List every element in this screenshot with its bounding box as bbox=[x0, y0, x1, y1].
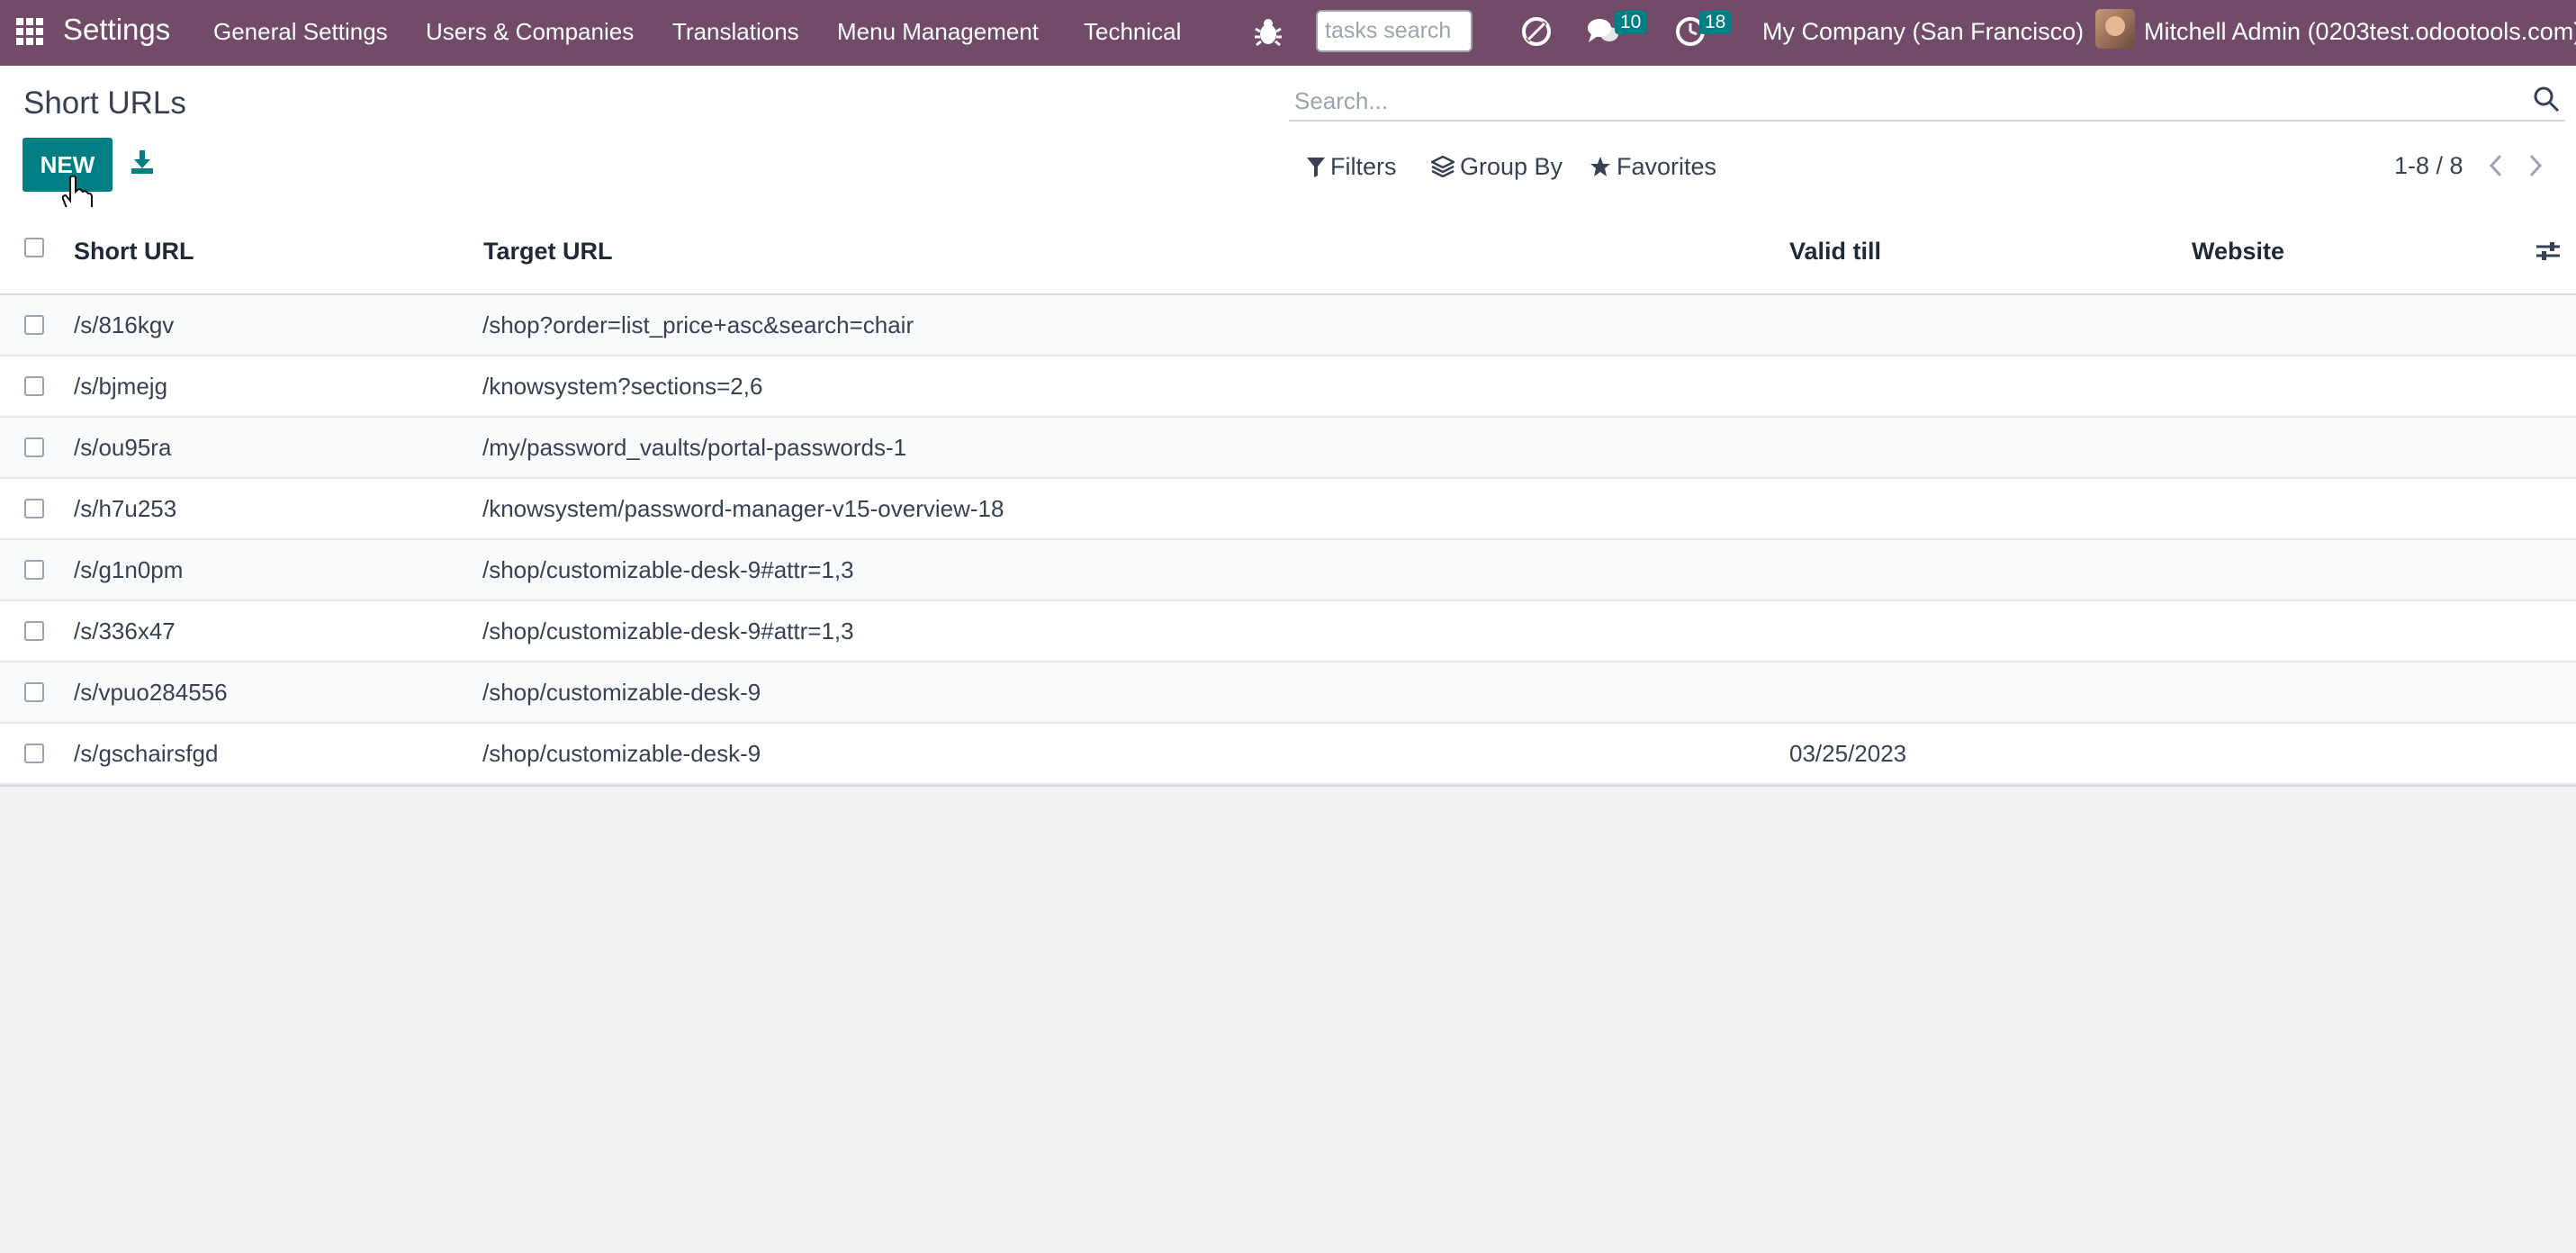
layers-icon bbox=[1429, 155, 1456, 178]
cell-short-url: /s/ou95ra bbox=[74, 434, 172, 461]
voip-phone-icon[interactable] bbox=[1519, 14, 1554, 49]
column-header-valid-till[interactable]: Valid till bbox=[1789, 238, 1881, 266]
column-header-short-url[interactable]: Short URL bbox=[74, 238, 194, 266]
column-header-website[interactable]: Website bbox=[2192, 238, 2284, 266]
control-panel: Short URLs NEW Filters Group By Favorite… bbox=[0, 66, 2576, 217]
optional-columns-icon[interactable] bbox=[2535, 239, 2562, 263]
cell-short-url: /s/gschairsfgd bbox=[74, 740, 219, 767]
pager-next-icon[interactable] bbox=[2526, 152, 2545, 179]
page-title: Short URLs bbox=[23, 86, 186, 121]
download-icon[interactable] bbox=[130, 149, 155, 176]
cell-short-url: /s/bjmejg bbox=[74, 373, 168, 400]
row-checkbox[interactable] bbox=[24, 744, 44, 763]
column-header-target-url[interactable]: Target URL bbox=[483, 238, 613, 266]
menu-translations[interactable]: Translations bbox=[672, 18, 799, 46]
cell-valid-till: 03/25/2023 bbox=[1789, 740, 1907, 767]
pager-value[interactable]: 1-8 / 8 bbox=[2394, 152, 2463, 180]
cell-target-url: /my/password_vaults/portal-passwords-1 bbox=[482, 434, 907, 461]
row-checkbox[interactable] bbox=[24, 560, 44, 580]
cell-target-url: /shop/customizable-desk-9 bbox=[482, 740, 761, 767]
favorites-label: Favorites bbox=[1617, 153, 1717, 180]
search-icon[interactable] bbox=[2533, 86, 2560, 113]
apps-grid-icon[interactable] bbox=[16, 18, 43, 45]
cell-short-url: /s/vpuo284556 bbox=[74, 679, 228, 706]
row-checkbox[interactable] bbox=[24, 376, 44, 396]
cell-short-url: /s/336x47 bbox=[74, 617, 176, 645]
bug-icon[interactable] bbox=[1253, 14, 1283, 49]
row-checkbox[interactable] bbox=[24, 499, 44, 518]
menu-general-settings[interactable]: General Settings bbox=[213, 18, 388, 46]
cell-short-url: /s/816kgv bbox=[74, 311, 175, 338]
cell-target-url: /knowsystem?sections=2,6 bbox=[482, 373, 763, 400]
cell-target-url: /shop?order=list_price+asc&search=chair bbox=[482, 311, 914, 338]
search-input[interactable] bbox=[1293, 84, 2511, 118]
group-by-button[interactable]: Group By bbox=[1429, 153, 1563, 181]
user-menu[interactable]: Mitchell Admin (0203test.odootools.com) bbox=[2144, 18, 2576, 46]
tasks-search-input[interactable] bbox=[1316, 10, 1473, 52]
group-by-label: Group By bbox=[1460, 153, 1563, 180]
activities-count-badge: 18 bbox=[1699, 11, 1732, 34]
filters-label: Filters bbox=[1330, 153, 1397, 180]
cell-target-url: /shop/customizable-desk-9#attr=1,3 bbox=[482, 617, 854, 645]
row-checkbox[interactable] bbox=[24, 315, 44, 335]
filter-funnel-icon bbox=[1307, 158, 1325, 177]
search-bar bbox=[1289, 80, 2565, 122]
table-row[interactable]: /s/gschairsfgd/shop/customizable-desk-9 0… bbox=[0, 724, 2576, 785]
table-row[interactable]: /s/g1n0pm/shop/customizable-desk-9#attr=… bbox=[0, 540, 2576, 601]
menu-technical[interactable]: Technical bbox=[1084, 18, 1181, 46]
select-all-checkbox[interactable] bbox=[24, 238, 44, 257]
list-header: Short URL Target URL Valid till Website bbox=[0, 207, 2576, 295]
favorites-button[interactable]: Favorites bbox=[1590, 153, 1716, 181]
table-row[interactable]: /s/336x47/shop/customizable-desk-9#attr=… bbox=[0, 601, 2576, 663]
company-switcher[interactable]: My Company (San Francisco) bbox=[1762, 18, 2084, 46]
table-row[interactable]: /s/816kgv/shop?order=list_price+asc&sear… bbox=[0, 295, 2576, 356]
cell-target-url: /shop/customizable-desk-9 bbox=[482, 679, 761, 706]
row-checkbox[interactable] bbox=[24, 682, 44, 702]
top-navbar: Settings General Settings Users & Compan… bbox=[0, 0, 2576, 66]
user-avatar[interactable] bbox=[2095, 9, 2135, 49]
filters-button[interactable]: Filters bbox=[1307, 153, 1397, 181]
row-checkbox[interactable] bbox=[24, 621, 44, 641]
star-icon bbox=[1590, 157, 1610, 176]
menu-users-companies[interactable]: Users & Companies bbox=[426, 18, 634, 46]
table-row[interactable]: /s/ou95ra/my/password_vaults/portal-pass… bbox=[0, 418, 2576, 479]
cell-target-url: /knowsystem/password-manager-v15-overvie… bbox=[482, 495, 1004, 522]
row-checkbox[interactable] bbox=[24, 437, 44, 457]
table-row[interactable]: /s/h7u253/knowsystem/password-manager-v1… bbox=[0, 479, 2576, 540]
menu-menu-management[interactable]: Menu Management bbox=[837, 18, 1039, 46]
cell-short-url: /s/g1n0pm bbox=[74, 556, 184, 583]
table-row[interactable]: /s/bjmejg/knowsystem?sections=2,6 bbox=[0, 356, 2576, 418]
cell-target-url: /shop/customizable-desk-9#attr=1,3 bbox=[482, 556, 854, 583]
app-title[interactable]: Settings bbox=[63, 13, 170, 47]
pager-previous-icon[interactable] bbox=[2486, 152, 2506, 179]
table-row[interactable]: /s/vpuo284556/shop/customizable-desk-9 bbox=[0, 663, 2576, 724]
messages-count-badge: 10 bbox=[1615, 11, 1647, 34]
cell-short-url: /s/h7u253 bbox=[74, 495, 177, 522]
short-urls-list: Short URL Target URL Valid till Website … bbox=[0, 207, 2576, 787]
